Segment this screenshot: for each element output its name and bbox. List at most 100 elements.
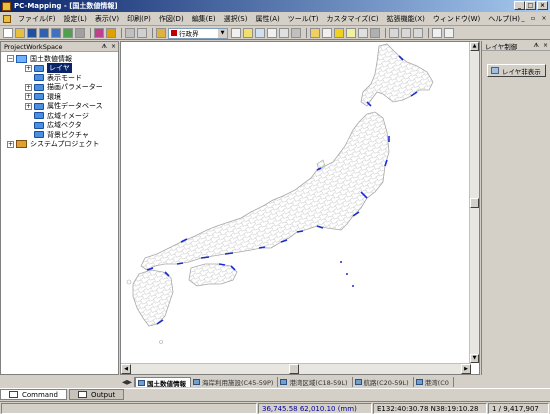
tab-output[interactable]: Output (68, 389, 125, 400)
print-icon[interactable] (125, 28, 135, 38)
status-coords-mm: 36,745.58 62,010.10 (mm) (258, 403, 372, 414)
new-icon[interactable] (3, 28, 13, 38)
save-icon[interactable] (27, 28, 37, 38)
expander-icon[interactable]: + (25, 93, 32, 101)
menu-extensions[interactable]: 拡張機能(X) (383, 14, 429, 24)
preview-icon[interactable] (137, 28, 147, 38)
tree-node-background-picture[interactable]: 背景ピクチャ (3, 130, 118, 140)
help-icon[interactable] (444, 28, 454, 38)
highlight-icon[interactable] (334, 28, 344, 38)
attribute-icon[interactable] (106, 28, 116, 38)
tree-node-environment[interactable]: + 環境 (3, 92, 118, 102)
zoom-out-icon[interactable] (255, 28, 265, 38)
layer-selector[interactable]: 行政界 ▼ (168, 27, 228, 39)
maximize-button[interactable]: □ (525, 1, 536, 10)
import-icon[interactable] (63, 28, 73, 38)
chevron-down-icon[interactable]: ▼ (218, 28, 227, 38)
hide-layer-button[interactable]: レイヤ非表示 (487, 64, 546, 77)
tree-node-layer[interactable]: + レイヤ (3, 63, 118, 74)
search-icon[interactable] (322, 28, 332, 38)
tree-node-wide-vector[interactable]: 広域ベクタ (3, 121, 118, 131)
menu-tools[interactable]: ツール(T) (284, 14, 323, 24)
tree-node-label: 国土数値情報 (30, 54, 72, 63)
menu-select[interactable]: 選択(S) (220, 14, 252, 24)
menu-settings[interactable]: 設定(L) (60, 14, 91, 24)
layer-folder-icon[interactable] (156, 28, 166, 38)
tab-label: 港湾(C0 (424, 379, 449, 387)
tab-coastal-facilities[interactable]: 海岸利用施設(C45-59P) (191, 377, 279, 387)
vertical-scrollbar[interactable]: ▲ ▼ (469, 42, 479, 363)
mdi-restore-button[interactable]: ▫ (528, 14, 538, 23)
menu-file[interactable]: ファイル(F) (14, 14, 60, 24)
tab-port[interactable]: 港湾(C0 (414, 377, 454, 387)
close-icon[interactable]: × (543, 42, 548, 49)
tab-shipping-route[interactable]: 航路(C20-59L) (353, 377, 414, 387)
toolbar-separator (152, 28, 153, 38)
scroll-up-icon[interactable]: ▲ (470, 42, 479, 51)
scroll-down-icon[interactable]: ▼ (470, 354, 479, 363)
fit-icon[interactable] (279, 28, 289, 38)
menu-attribute[interactable]: 属性(A) (251, 14, 283, 24)
mdi-minimize-button[interactable]: _ (518, 14, 528, 23)
scroll-left-icon[interactable]: ◀ (121, 364, 131, 374)
folder-icon (34, 83, 44, 91)
tree-node-root[interactable]: − 国土数値情報 (3, 54, 118, 64)
tree-node-wide-image[interactable]: 広域イメージ (3, 111, 118, 121)
pan-icon[interactable] (267, 28, 277, 38)
tree-node-display-mode[interactable]: 表示モード (3, 73, 118, 83)
label-icon[interactable] (346, 28, 356, 38)
minimize-button[interactable]: _ (514, 1, 525, 10)
panel-title: ProjectWorkSpace (4, 42, 63, 51)
close-button[interactable]: × (537, 1, 548, 10)
save-all-icon[interactable] (39, 28, 49, 38)
tab-label: 海岸利用施設(C45-59P) (202, 379, 274, 387)
menu-view[interactable]: 表示(V) (91, 14, 123, 24)
tree-node-draw-params[interactable]: + 描画パラメーター (3, 83, 118, 93)
filter-icon[interactable] (358, 28, 368, 38)
layer-settings-icon[interactable] (231, 28, 241, 38)
tab-national-land-info[interactable]: 国土数値情報 (135, 377, 191, 387)
properties-icon[interactable] (75, 28, 85, 38)
tree-node-system-project[interactable]: + システムプロジェクト (3, 140, 118, 150)
expander-icon[interactable]: + (7, 140, 14, 148)
expander-icon[interactable]: + (25, 102, 32, 110)
japan-map[interactable] (121, 42, 471, 363)
measure-icon[interactable] (310, 28, 320, 38)
menu-print[interactable]: 印刷(P) (123, 14, 155, 24)
menu-edit[interactable]: 編集(E) (188, 14, 220, 24)
panel-title-bar: ProjectWorkSpace ᗑ × (1, 42, 118, 52)
refresh-icon[interactable] (291, 28, 301, 38)
expander-icon[interactable]: + (25, 83, 32, 91)
horizontal-scroll-thumb[interactable] (289, 364, 299, 374)
table-icon[interactable] (389, 28, 399, 38)
chart-icon[interactable] (401, 28, 411, 38)
zoom-in-icon[interactable] (243, 28, 253, 38)
report-icon[interactable] (413, 28, 423, 38)
close-icon[interactable]: × (111, 43, 116, 50)
menu-customize[interactable]: カスタマイズ(C) (323, 14, 383, 24)
panel-title: レイヤ制御 (485, 42, 518, 51)
open-icon[interactable] (15, 28, 25, 38)
tab-nav-arrows[interactable]: ◀▶ (120, 377, 135, 387)
expander-icon[interactable]: − (7, 55, 14, 63)
map-view[interactable]: ▲ ▼ ◀ ▶ (120, 41, 480, 375)
plugin-icon[interactable] (94, 28, 104, 38)
tree-node-attribute-db[interactable]: + 属性データベース (3, 102, 118, 112)
toolbar-separator (306, 28, 307, 38)
mdi-close-button[interactable]: × (539, 14, 549, 23)
tab-command[interactable]: Command (0, 389, 67, 400)
scroll-right-icon[interactable]: ▶ (461, 364, 471, 374)
tab-label: Output (90, 390, 116, 399)
document-icon[interactable] (3, 15, 11, 23)
menu-draw[interactable]: 作図(D) (155, 14, 188, 24)
pin-icon[interactable]: ᗑ (101, 43, 107, 51)
export-icon[interactable] (51, 28, 61, 38)
horizontal-scrollbar[interactable]: ◀ ▶ (121, 363, 471, 374)
window-icon[interactable] (432, 28, 442, 38)
grid-icon[interactable] (370, 28, 380, 38)
pin-icon[interactable]: ᗑ (533, 42, 539, 50)
tab-port-area[interactable]: 港湾区域(C18-59L) (278, 377, 353, 387)
expander-icon[interactable]: + (25, 64, 32, 72)
menu-window[interactable]: ウィンドウ(W) (429, 14, 484, 24)
vertical-scroll-thumb[interactable] (470, 198, 479, 208)
